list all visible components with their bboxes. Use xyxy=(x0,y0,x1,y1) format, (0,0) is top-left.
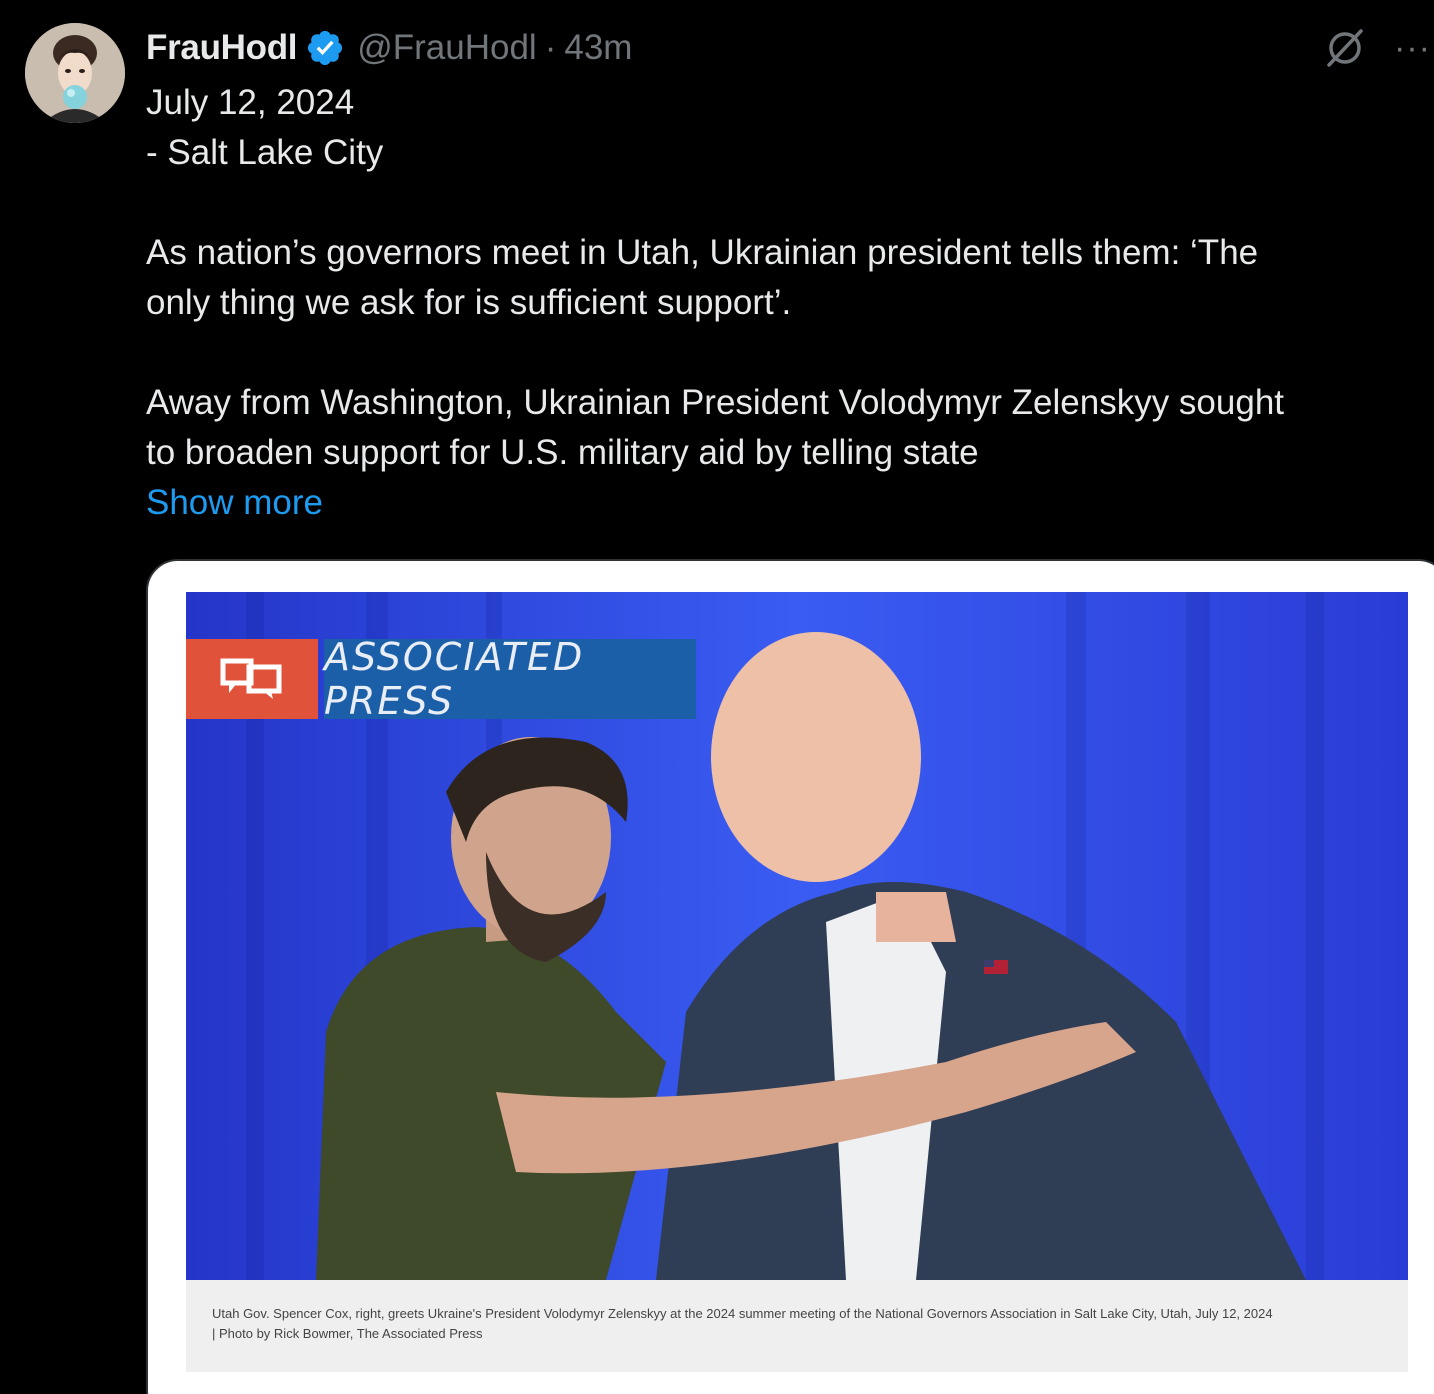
ap-source-badge: ASSOCIATED PRESS xyxy=(186,635,696,723)
separator-dot: · xyxy=(544,28,557,67)
tweet-text-line: As nation’s governors meet in Utah, Ukra… xyxy=(146,233,1259,272)
tweet-text-line: only thing we ask for is sufficient supp… xyxy=(146,283,792,322)
avatar-portrait-icon xyxy=(25,23,125,123)
show-more-link[interactable]: Show more xyxy=(146,478,1416,528)
handle[interactable]: @FrauHodl xyxy=(357,28,536,68)
tweet[interactable]: FrauHodl @FrauHodl · 43m ··· July 12, 20… xyxy=(0,0,1434,1394)
news-photo[interactable]: ASSOCIATED PRESS xyxy=(186,592,1408,1280)
display-name[interactable]: FrauHodl xyxy=(146,28,298,68)
tweet-text-line: to broaden support for U.S. military aid… xyxy=(146,433,979,472)
tweet-text: July 12, 2024 - Salt Lake City As nation… xyxy=(146,78,1416,528)
photo-caption: Utah Gov. Spencer Cox, right, greets Ukr… xyxy=(186,1280,1408,1372)
tweet-text-line xyxy=(146,178,1416,228)
verified-badge-icon[interactable] xyxy=(305,28,345,68)
tweet-header: FrauHodl @FrauHodl · 43m xyxy=(146,22,632,74)
tweet-actions-top: ··· xyxy=(1322,22,1434,74)
ap-source-name: ASSOCIATED PRESS xyxy=(324,635,696,723)
caption-line: Utah Gov. Spencer Cox, right, greets Ukr… xyxy=(212,1306,1273,1321)
tweet-text-line xyxy=(146,328,1416,378)
tweet-text-line: Away from Washington, Ukrainian Presiden… xyxy=(146,383,1285,422)
tweet-text-line: - Salt Lake City xyxy=(146,133,384,172)
avatar[interactable] xyxy=(25,23,125,123)
caption-credit: | Photo by Rick Bowmer, The Associated P… xyxy=(212,1326,483,1341)
ap-logo-icon xyxy=(186,639,318,719)
timestamp[interactable]: 43m xyxy=(564,28,632,68)
tweet-text-line: July 12, 2024 xyxy=(146,83,355,122)
grok-icon[interactable] xyxy=(1322,25,1368,71)
more-options-icon[interactable]: ··· xyxy=(1394,29,1434,68)
media-card[interactable]: ASSOCIATED PRESS Utah Gov. Spencer Cox, … xyxy=(146,559,1434,1394)
